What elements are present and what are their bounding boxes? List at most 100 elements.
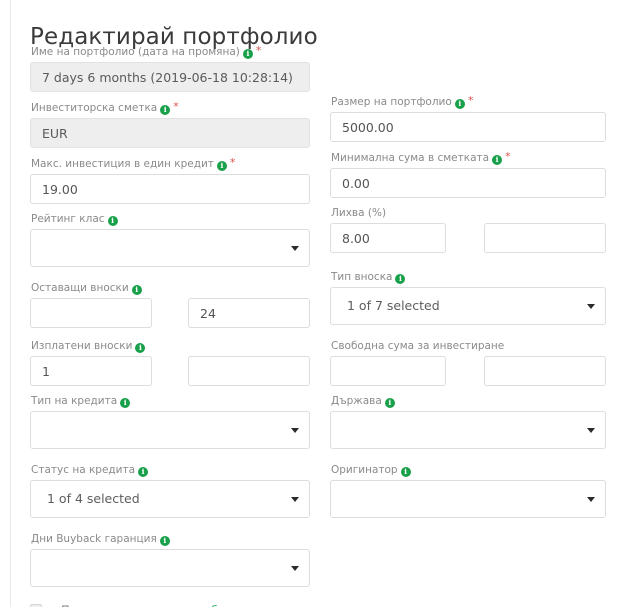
label-max-investment: Макс. инвестиция в един кредит i *: [31, 156, 310, 171]
label-interest: Лихва (%): [331, 206, 606, 220]
info-icon[interactable]: i: [216, 161, 227, 171]
label-installment-type: Тип вноска i: [331, 270, 606, 284]
min-account-amount-input[interactable]: [330, 168, 606, 198]
paid-installments-range: [30, 356, 310, 386]
chevron-down-icon: [291, 497, 299, 502]
info-icon[interactable]: i: [492, 155, 503, 165]
label-loan-status: Статус на кредита i: [31, 463, 310, 477]
field-originator: Оригинатор i: [330, 463, 606, 518]
label-installment-type-text: Тип вноска: [331, 271, 393, 283]
chevron-down-icon: [291, 428, 299, 433]
label-loan-type-text: Тип на кредита: [31, 395, 118, 407]
paid-installments-to-input[interactable]: [188, 356, 310, 386]
terms-row: Приемам условията на общите условия: [30, 603, 310, 607]
info-icon[interactable]: i: [120, 398, 131, 408]
remaining-installments-from-input[interactable]: [30, 298, 152, 328]
required-asterisk: *: [505, 150, 511, 163]
rating-class-value: [31, 230, 309, 266]
label-free-amount-text: Свободна сума за инвестиране: [331, 340, 505, 352]
chevron-down-icon: [291, 566, 299, 571]
info-icon[interactable]: i: [242, 49, 253, 59]
field-loan-type: Тип на кредита i: [30, 394, 310, 449]
field-max-investment: Макс. инвестиция в един кредит i *: [30, 156, 310, 204]
label-originator-text: Оригинатор: [331, 464, 398, 476]
label-remaining-installments-text: Оставащи вноски: [31, 282, 129, 294]
field-country: Държава i: [330, 394, 606, 449]
paid-installments-from-input[interactable]: [30, 356, 152, 386]
terms-prefix: Приемам условията на: [61, 603, 200, 607]
label-paid-installments-text: Изплатени вноски: [31, 340, 133, 352]
label-originator: Оригинатор i: [331, 463, 606, 477]
loan-type-select[interactable]: [30, 411, 310, 449]
label-buyback-days-text: Дни Buyback гаранция: [31, 533, 157, 545]
label-rating-class: Рейтинг клас i: [31, 212, 310, 226]
loan-status-select[interactable]: 1 of 4 selected: [30, 480, 310, 518]
free-amount-from-input[interactable]: [330, 356, 446, 386]
field-loan-status: Статус на кредита i 1 of 4 selected: [30, 463, 310, 518]
max-investment-input[interactable]: [30, 174, 310, 204]
field-portfolio-size: Размер на портфолио i *: [330, 94, 606, 142]
country-value: [331, 412, 605, 448]
remaining-installments-to-input[interactable]: [188, 298, 310, 328]
label-investor-account-text: Инвеститорска сметка: [31, 102, 158, 114]
label-buyback-days: Дни Buyback гаранция i: [31, 532, 310, 546]
interest-to-input[interactable]: [484, 223, 606, 253]
free-amount-to-input[interactable]: [484, 356, 606, 386]
label-max-investment-text: Макс. инвестиция в един кредит: [31, 158, 214, 170]
terms-link[interactable]: общите условия: [204, 603, 303, 607]
field-interest: Лихва (%): [330, 206, 606, 253]
label-loan-status-text: Статус на кредита: [31, 464, 136, 476]
form-column-right: Размер на портфолиоi* Минимална сума в с…: [330, 94, 606, 518]
installment-type-value: 1 of 7 selected: [347, 298, 440, 313]
info-icon[interactable]: i: [131, 285, 142, 295]
label-investor-account: Инвеститорска сметка i *: [31, 100, 310, 115]
info-icon[interactable]: i: [107, 216, 118, 226]
remaining-installments-range: [30, 298, 310, 328]
info-icon[interactable]: i: [135, 343, 146, 353]
required-asterisk: *: [229, 156, 236, 169]
info-icon[interactable]: i: [454, 99, 465, 109]
originator-select[interactable]: [330, 480, 606, 518]
form-column-left: Име на портфолио (дата на промяна)i* Инв…: [30, 44, 310, 607]
originator-value: [331, 481, 605, 517]
country-select[interactable]: [330, 411, 606, 449]
label-portfolio-name-text: Име на портфолио (дата на промяна): [31, 46, 240, 58]
chevron-down-icon: [587, 497, 595, 502]
label-free-amount: Свободна сума за инвестиране: [331, 339, 606, 353]
chevron-down-icon: [587, 304, 595, 309]
form-content: Редактирай портфолио Име на портфолио (д…: [11, 0, 640, 607]
loan-status-value: 1 of 4 selected: [47, 491, 140, 506]
field-min-account-amount: Минимална сума в сметката i *: [330, 150, 606, 198]
info-icon[interactable]: i: [395, 274, 406, 284]
info-icon[interactable]: i: [400, 467, 411, 477]
label-rating-class-text: Рейтинг клас: [31, 213, 105, 225]
field-investor-account: Инвеститорска сметка i *: [30, 100, 310, 148]
installment-type-select[interactable]: 1 of 7 selected: [330, 287, 606, 325]
rating-class-select[interactable]: [30, 229, 310, 267]
field-installment-type: Тип вноска i 1 of 7 selected: [330, 270, 606, 325]
portfolio-size-input[interactable]: [330, 112, 606, 142]
chevron-down-icon: [587, 428, 595, 433]
label-country: Държава i: [331, 394, 606, 408]
interest-from-input[interactable]: [330, 223, 446, 253]
info-icon[interactable]: i: [159, 536, 170, 546]
label-loan-type: Тип на кредита i: [31, 394, 310, 408]
required-asterisk: *: [173, 100, 179, 113]
info-icon[interactable]: i: [138, 467, 149, 477]
chevron-down-icon: [291, 246, 299, 251]
investor-account-input: [30, 118, 310, 148]
info-icon[interactable]: i: [384, 398, 395, 408]
buyback-days-select[interactable]: [30, 549, 310, 587]
label-country-text: Държава: [331, 395, 382, 407]
required-asterisk: *: [467, 94, 474, 107]
info-icon[interactable]: i: [160, 105, 171, 115]
